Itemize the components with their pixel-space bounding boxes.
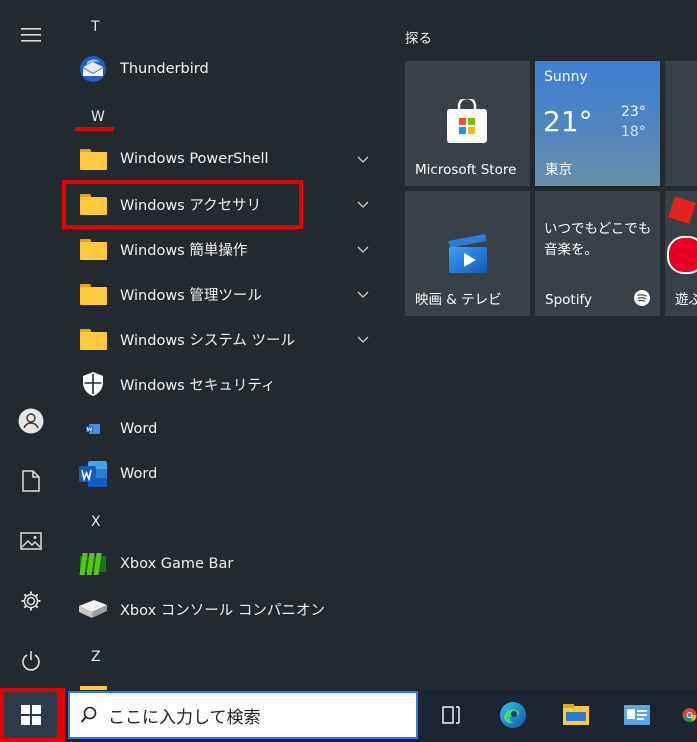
xbox-console-icon xyxy=(78,594,108,624)
documents-icon[interactable] xyxy=(16,466,46,496)
chevron-down-icon xyxy=(357,291,369,298)
chevron-down-icon xyxy=(357,336,369,343)
tile-label: 映画 & テレビ xyxy=(415,292,502,308)
tile-play-partial[interactable]: 遊ぶ xyxy=(665,191,697,316)
app-item-xbox-console-companion[interactable]: Xbox コンソール コンパニオン xyxy=(78,589,378,629)
letter-header-t[interactable]: T xyxy=(91,19,100,35)
app-label: Word xyxy=(120,466,158,482)
store-bag-icon xyxy=(445,96,489,149)
tile-spotify[interactable]: いつでもどこでも 音楽を。 Spotify xyxy=(535,191,660,316)
tile-label: Spotify xyxy=(545,292,592,308)
app-label: Xbox Game Bar xyxy=(120,556,234,572)
user-avatar-icon[interactable] xyxy=(16,406,46,436)
chrome-browser-icon[interactable] xyxy=(682,700,697,730)
pictures-icon[interactable] xyxy=(16,526,46,556)
highlight-box xyxy=(62,180,303,229)
chevron-down-icon xyxy=(357,246,369,253)
start-rail xyxy=(0,0,62,690)
chevron-down-icon xyxy=(357,201,369,208)
weather-high: 23° xyxy=(621,104,646,120)
tile-weather[interactable]: Sunny 21° 23° 18° 東京 xyxy=(535,61,660,186)
weather-condition: Sunny xyxy=(544,69,588,85)
hamburger-menu-icon[interactable] xyxy=(16,20,46,50)
tile-label: Microsoft Store xyxy=(415,162,517,178)
search-placeholder: ここに入力して検索 xyxy=(108,707,261,728)
contact-card-icon[interactable] xyxy=(622,700,652,730)
app-label: Xbox コンソール コンパニオン xyxy=(120,602,325,619)
word-small-icon xyxy=(78,414,108,444)
app-list: T Thunderbird W Windows PowerShell Windo… xyxy=(62,0,382,690)
edge-browser-icon[interactable] xyxy=(498,700,528,730)
shield-icon xyxy=(78,369,108,399)
xbox-game-bar-icon xyxy=(78,549,108,579)
start-menu: T Thunderbird W Windows PowerShell Windo… xyxy=(0,0,697,690)
app-label: Windows 管理ツール xyxy=(120,287,262,304)
app-item-thunderbird[interactable]: Thunderbird xyxy=(78,49,378,89)
folder-icon xyxy=(78,234,108,264)
app-label: Thunderbird xyxy=(120,61,209,77)
spotify-promo: いつでもどこでも 音楽を。 xyxy=(544,221,652,258)
weather-temp: 21° xyxy=(543,105,593,138)
app-item-word[interactable]: Word xyxy=(78,454,378,494)
app-item-word-small[interactable]: Word xyxy=(78,409,378,449)
app-label: Windows システム ツール xyxy=(120,332,296,349)
start-button[interactable] xyxy=(0,688,65,742)
letter-header-x[interactable]: X xyxy=(91,514,101,530)
folder-icon xyxy=(78,144,108,174)
thunderbird-icon xyxy=(78,54,108,84)
roblox-icon xyxy=(668,196,696,224)
app-item-windows-system-tools[interactable]: Windows システム ツール xyxy=(78,319,378,359)
taskbar-search-box[interactable]: ここに入力して検索 xyxy=(68,691,418,739)
app-label: Windows PowerShell xyxy=(120,151,269,167)
app-item-windows-security[interactable]: Windows セキュリティ xyxy=(78,364,378,404)
tile-partial-top[interactable] xyxy=(665,61,697,186)
letter-header-w[interactable]: W xyxy=(91,109,105,125)
windows-logo-icon xyxy=(20,705,41,725)
app-item-windows-powershell[interactable]: Windows PowerShell xyxy=(78,139,378,179)
tile-movies-tv[interactable]: 映画 & テレビ xyxy=(405,191,530,316)
app-item-xbox-game-bar[interactable]: Xbox Game Bar xyxy=(78,544,378,584)
tile-microsoft-store[interactable]: Microsoft Store xyxy=(405,61,530,186)
folder-icon xyxy=(78,324,108,354)
app-label: Windows 簡単操作 xyxy=(120,242,248,259)
task-view-icon[interactable] xyxy=(436,700,466,730)
search-icon xyxy=(80,706,97,723)
power-icon[interactable] xyxy=(16,646,46,676)
app-item-windows-admin-tools[interactable]: Windows 管理ツール xyxy=(78,274,378,314)
movies-tv-icon xyxy=(445,231,491,279)
app-item-windows-ease-of-access[interactable]: Windows 簡単操作 xyxy=(78,229,378,269)
tiles-group-title[interactable]: 探る xyxy=(405,27,432,47)
chevron-down-icon xyxy=(357,156,369,163)
spotify-logo-icon xyxy=(634,290,650,306)
letter-header-z[interactable]: Z xyxy=(91,649,101,665)
weather-low: 18° xyxy=(621,124,646,140)
highlight-underline xyxy=(75,127,114,131)
tile-label: 遊ぶ xyxy=(675,292,697,308)
app-label: Word xyxy=(120,421,158,437)
word-icon xyxy=(78,459,108,489)
settings-gear-icon[interactable] xyxy=(16,586,46,616)
pinterest-icon xyxy=(667,236,697,274)
folder-icon xyxy=(78,279,108,309)
app-label: Windows セキュリティ xyxy=(120,377,276,394)
weather-city: 東京 xyxy=(545,162,572,178)
file-explorer-icon[interactable] xyxy=(561,700,591,730)
